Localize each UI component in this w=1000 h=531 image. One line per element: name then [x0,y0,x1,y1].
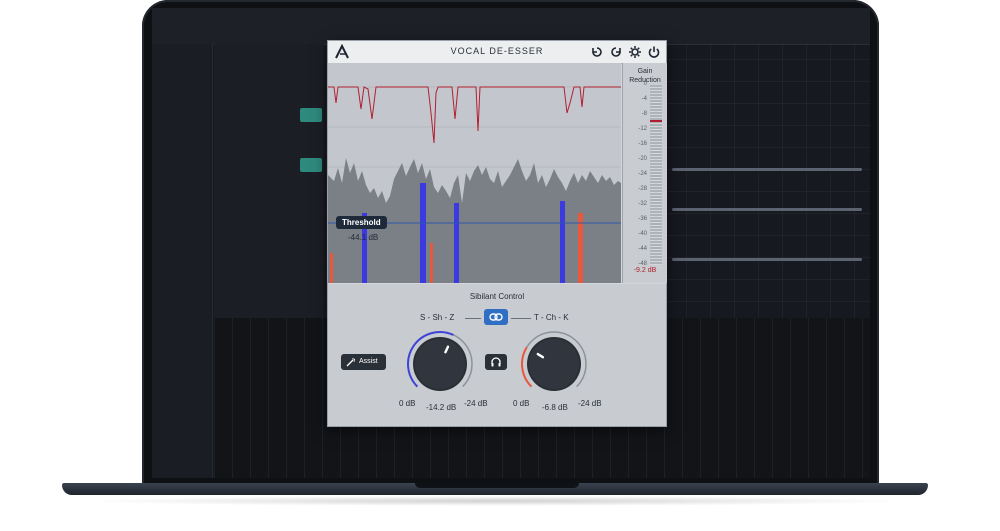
knob-right-min-label: 0 dB [513,399,530,408]
gain-reduction-tick-label: -8 [641,111,647,117]
assist-button[interactable]: Assist [341,354,386,370]
gain-reduction-tick-label: -40 [638,231,647,237]
knob-left-max-label: -24 dB [464,399,488,408]
redo-icon[interactable] [609,45,623,59]
gain-reduction-tick-label: -24 [638,171,647,177]
assist-label: Assist [359,358,378,365]
gain-reduction-tick-label: -4 [641,96,647,102]
band-left-label: S - Sh - Z [420,313,455,322]
gain-reduction-tick-label: -28 [638,186,647,192]
link-icon [489,313,503,321]
knob-left-min-label: 0 dB [399,399,416,408]
headphones-icon [491,357,501,367]
gain-reduction-meter-panel: Gain Reduction -9.2 dB 0 -4 -8 -12 -16 -20 -24… [622,63,667,283]
gain-reduction-meter [650,85,662,265]
knob-right-value: -6.8 dB [542,403,568,412]
gain-reduction-value: -9.2 dB [633,267,657,274]
gain-reduction-tick-label: -16 [638,141,647,147]
knob-left-value: -14.2 dB [426,403,457,412]
gain-reduction-tick-label: -44 [638,246,647,252]
daw-clip [300,108,322,122]
magic-wand-icon [346,358,356,367]
laptop-notch [415,483,579,488]
gain-reduction-tick-label: -36 [638,216,647,222]
laptop-shadow [80,496,910,506]
sibilance-burst-orange [430,243,433,283]
band-right-label: T - Ch - K [534,313,569,322]
sibilant-control-title: Sibilant Control [469,292,525,301]
daw-browser [152,44,213,478]
threshold-label[interactable]: Threshold [336,216,387,229]
daw-clip [672,208,862,211]
band-connector-line [511,318,531,319]
de-esser-plugin-window: VOCAL DE-ESSER Threshold -44.1 dB Gain R… [327,40,667,427]
sibilance-burst-orange [330,253,333,283]
gain-reduction-tick-label: -12 [638,126,647,132]
knob-right-max-label: -24 dB [578,399,602,408]
sibilance-knob-right[interactable] [518,328,590,400]
threshold-value: -44.1 dB [348,233,379,242]
sibilance-burst-blue [560,201,565,283]
gear-icon[interactable] [628,45,642,59]
gain-reduction-tick-label: -20 [638,156,647,162]
undo-icon[interactable] [590,45,604,59]
gain-reduction-tick-label: -32 [638,201,647,207]
power-icon[interactable] [647,45,661,59]
daw-clip [672,168,862,171]
sibilance-knob-left[interactable] [404,328,476,400]
link-button[interactable] [484,309,508,325]
analyzer-graph [328,86,621,283]
spectrum-analyzer[interactable]: Threshold -44.1 dB [328,63,621,283]
sibilant-control-section: Sibilant Control S - Sh - Z T - Ch - K A… [328,284,666,426]
gain-reduction-level-marker [650,119,662,122]
headphones-listen-button[interactable] [485,354,507,370]
gain-reduction-tick-label: -48 [638,261,647,267]
plugin-header: VOCAL DE-ESSER [328,41,666,64]
daw-clip [672,258,862,261]
band-connector-line [465,318,481,319]
gain-reduction-tick-label: 0 [643,81,647,87]
sibilance-burst-blue [420,183,426,283]
sibilance-burst-blue [454,203,459,283]
daw-clip [300,158,322,172]
gain-reduction-curve [328,86,621,144]
